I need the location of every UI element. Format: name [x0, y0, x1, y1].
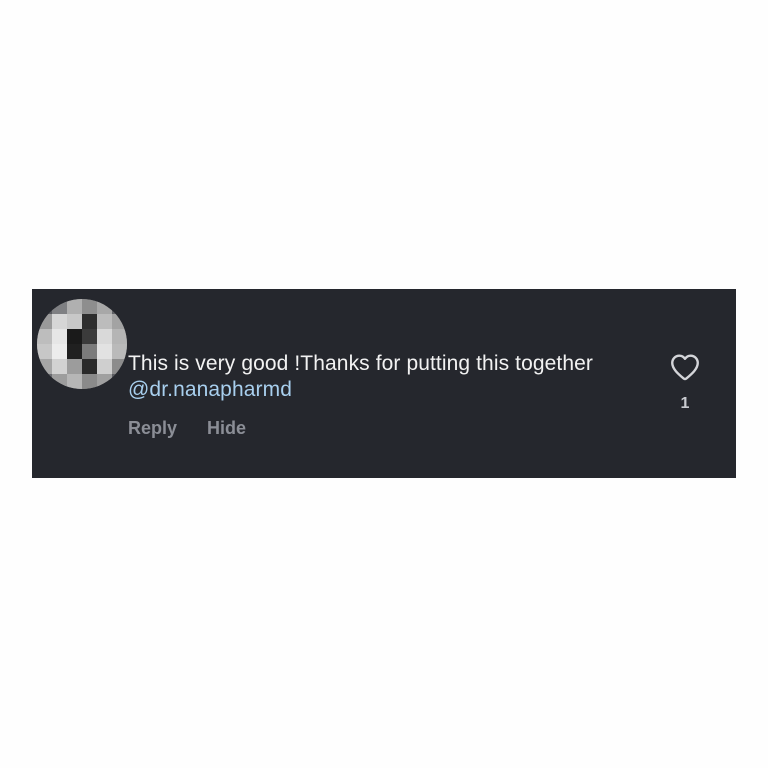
reply-button[interactable]: Reply	[128, 418, 177, 439]
like-button[interactable]	[668, 350, 702, 384]
comment-body: This is very good !Thanks for putting th…	[128, 352, 593, 375]
comment-text: This is very good !Thanks for putting th…	[128, 351, 648, 403]
avatar[interactable]	[37, 299, 127, 389]
like-count: 1	[680, 395, 690, 412]
page: This is very good !Thanks for putting th…	[0, 0, 768, 768]
comment-actions: Reply Hide	[128, 418, 246, 439]
mention-link[interactable]: @dr.nanapharmd	[128, 378, 292, 401]
pixelated-avatar-icon	[37, 299, 127, 389]
heart-outline-icon	[671, 354, 699, 381]
hide-button[interactable]: Hide	[207, 418, 246, 439]
